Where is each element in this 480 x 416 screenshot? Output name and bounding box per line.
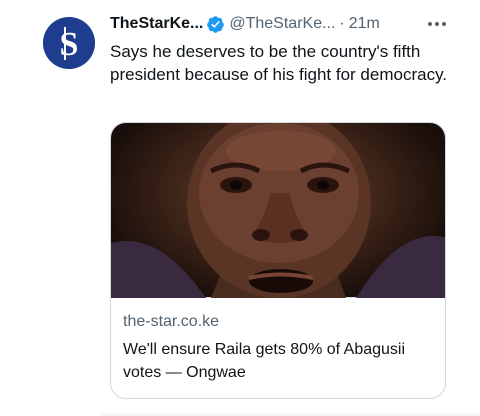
card-title[interactable]: We'll ensure Raila gets 80% of Abagusii …	[123, 338, 435, 384]
tweet-text: Says he deserves to be the country's fif…	[110, 42, 448, 84]
account-name[interactable]: TheStarKe...	[110, 14, 203, 34]
account-handle[interactable]: @TheStarKe...	[229, 14, 335, 34]
card-domain: the-star.co.ke	[123, 313, 220, 330]
verified-badge-icon	[207, 15, 225, 33]
tweet-timestamp[interactable]: 21m	[349, 14, 380, 34]
tweet[interactable]: S TheStarKe... @TheStarKe... · 21m Says …	[0, 0, 480, 416]
separator-dot: ·	[339, 15, 345, 32]
more-dot-icon	[435, 22, 439, 26]
news-photo	[111, 123, 445, 298]
link-card[interactable]: the-star.co.ke We'll ensure Raila gets 8…	[110, 122, 446, 399]
divider	[100, 411, 480, 416]
more-dot-icon	[428, 22, 432, 26]
tweet-header: TheStarKe... @TheStarKe... · 21m	[110, 12, 450, 36]
avatar-letter: S	[60, 26, 79, 63]
card-image[interactable]	[111, 123, 445, 298]
more-options-button[interactable]	[424, 12, 450, 36]
star-logo-icon: S	[43, 17, 95, 69]
more-dot-icon	[442, 22, 446, 26]
avatar[interactable]: S	[43, 17, 95, 69]
